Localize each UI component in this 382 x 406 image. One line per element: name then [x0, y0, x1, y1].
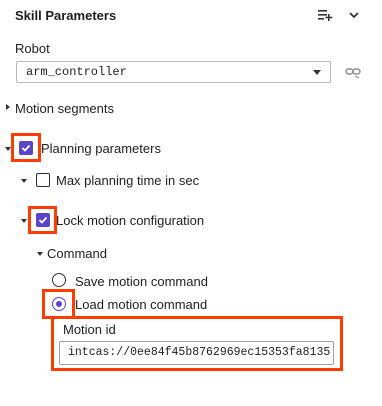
expand-max-planning-time-icon[interactable]	[21, 179, 27, 183]
expand-motion-segments-icon[interactable]	[6, 104, 10, 110]
max-planning-time-checkbox[interactable]	[36, 173, 50, 187]
motion-id-value: intcas://0ee84f45b8762969ec15353fa8135	[68, 346, 331, 359]
collapse-command-icon[interactable]	[37, 252, 43, 256]
motion-id-label: Motion id	[63, 322, 116, 337]
lock-motion-configuration-checkbox[interactable]	[36, 213, 50, 227]
save-motion-command-label: Save motion command	[75, 274, 208, 289]
playlist-add-icon[interactable]	[316, 6, 334, 24]
robot-select-value: arm_controller	[26, 65, 127, 79]
radio-selected-dot	[56, 301, 62, 307]
planning-parameters-label: Planning parameters	[41, 141, 161, 156]
panel-title: Skill Parameters	[15, 8, 117, 23]
lock-motion-configuration-label: Lock motion configuration	[56, 213, 205, 228]
command-label: Command	[47, 246, 107, 261]
select-caret-icon	[313, 70, 321, 75]
motion-segments-label[interactable]: Motion segments	[15, 101, 114, 116]
collapse-lock-motion-icon[interactable]	[21, 219, 27, 223]
link-icon[interactable]	[345, 64, 361, 80]
load-motion-command-radio[interactable]	[52, 297, 66, 311]
chevron-down-icon[interactable]	[345, 6, 363, 24]
planning-parameters-checkbox[interactable]	[19, 141, 33, 155]
robot-select[interactable]: arm_controller	[16, 61, 331, 83]
robot-label: Robot	[15, 41, 50, 56]
load-motion-command-label: Load motion command	[75, 297, 208, 312]
max-planning-time-label: Max planning time in sec	[56, 173, 200, 188]
motion-id-input[interactable]: intcas://0ee84f45b8762969ec15353fa8135	[59, 341, 334, 365]
save-motion-command-radio[interactable]	[52, 273, 66, 287]
